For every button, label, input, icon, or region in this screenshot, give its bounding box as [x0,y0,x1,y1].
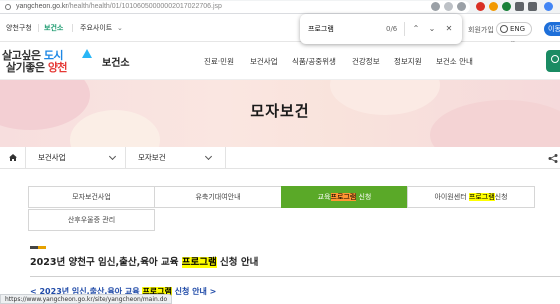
site-header: 살고싶은 도시 살기좋은 양천 보건소 진료·민원 보건사업 식품/공중위생 건… [0,42,560,80]
find-close-button[interactable]: ✕ [443,22,455,36]
find-next-button[interactable]: ⌄ [426,22,438,36]
tab-education-program[interactable]: 교육프로그램 신청 [281,186,408,208]
translate-icon[interactable] [431,2,440,11]
breadcrumb-depth2-select[interactable]: 모자보건 [126,147,226,169]
address-url[interactable]: yangcheon.go.kr/health/health/01/1010605… [16,2,222,12]
logo-slogan-2: 살기좋은 양천 [6,61,68,74]
nav-item-about[interactable]: 보건소 안내 [436,57,473,67]
bookmark-star-icon[interactable] [457,2,466,11]
tab-breast-pump-rental[interactable]: 유축기대여안내 [154,186,282,208]
search-icon [551,55,559,63]
profile-avatar-icon[interactable] [544,2,553,11]
search-button[interactable] [546,50,560,72]
utility-bar: 양천구청 보건소 주요사이트 ⌄ 회원가입 [0,14,560,42]
find-prev-button[interactable]: ⌃ [410,22,422,36]
content-divider [30,276,560,277]
nav-item-health-info[interactable]: 건강정보 [352,57,380,67]
signup-link[interactable]: 회원가입 [468,25,494,35]
nav-item-food-hygiene[interactable]: 식품/공중위생 [292,57,336,67]
status-bar-url: https://www.yangcheon.go.kr/site/yangche… [0,294,173,304]
site-logo[interactable]: 살고싶은 도시 살기좋은 양천 [2,47,98,77]
home-icon [9,154,17,161]
breadcrumb-depth1-select[interactable]: 보건사업 [26,147,126,169]
chevron-down-icon [204,152,213,161]
page-title: 모자보건 [250,102,310,120]
util-separator [38,24,39,32]
extension-red-icon[interactable] [476,2,485,11]
login-button[interactable]: 이동 [544,22,560,36]
breadcrumb: 보건사업 모자보건 [0,147,560,169]
extension-orange-icon[interactable] [489,2,498,11]
nav-item-clinic[interactable]: 진료·민원 [204,57,234,67]
share-icon[interactable] [548,154,558,163]
extension-puzzle-icon[interactable] [515,2,524,11]
language-select[interactable]: ENG ⌄ [496,22,532,45]
util-link-district-office[interactable]: 양천구청 [6,23,32,33]
visual-banner: 모자보건 [0,80,560,147]
title-accent [30,246,46,249]
logo-drop-icon [82,49,92,58]
home-button[interactable] [0,147,26,169]
address-bar[interactable]: yangcheon.go.kr/health/health/01/1010605… [0,1,470,13]
tab-aione-center-program[interactable]: 아이원센터 프로그램신청 [407,186,535,208]
util-link-health-center[interactable]: 보건소 [44,23,63,33]
tab-postpartum-depression[interactable]: 산후우울증 관리 [28,209,155,231]
tab-maternal-health[interactable]: 모자보건사업 [28,186,155,208]
nav-item-health-projects[interactable]: 보건사업 [250,57,278,67]
extension-green-icon[interactable] [502,2,511,11]
find-match-count: 0/6 [386,25,398,33]
site-title[interactable]: 보건소 [102,54,130,69]
browser-toolbar: yangcheon.go.kr/health/health/01/1010605… [0,0,560,14]
util-link-major-sites[interactable]: 주요사이트 [80,23,112,33]
util-separator [72,24,73,32]
breadcrumb-depth2-label: 모자보건 [138,153,166,162]
find-divider [404,22,405,36]
breadcrumb-depth1-label: 보건사업 [38,153,66,162]
content-title: 2023년 양천구 임신,출산,육아 교육 프로그램 신청 안내 [30,257,259,268]
nav-item-info-support[interactable]: 정보지원 [394,57,422,67]
zoom-icon[interactable] [444,2,453,11]
find-in-page-bar: 프로그램 0/6 ⌃ ⌄ ✕ [300,14,462,44]
chevron-down-icon[interactable]: ⌄ [117,23,123,33]
sidebar-icon[interactable] [528,2,537,11]
globe-icon [500,25,508,33]
site-info-icon[interactable] [5,4,11,10]
chevron-down-icon [108,152,117,161]
